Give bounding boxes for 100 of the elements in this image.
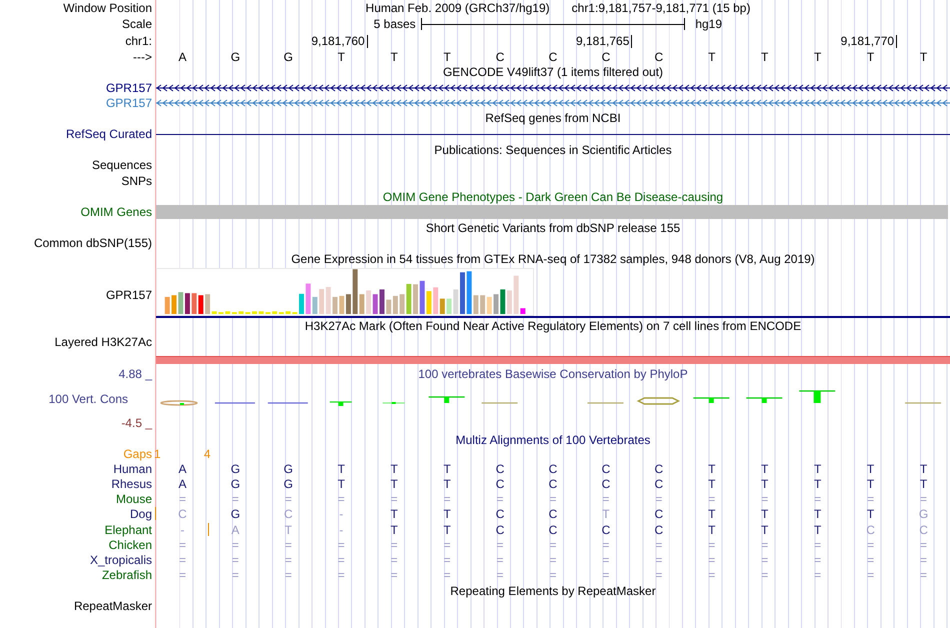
aligned-base: =	[814, 553, 822, 568]
base-letter: C	[496, 50, 504, 64]
base-letter: C	[654, 50, 664, 64]
base-letter: T	[866, 50, 874, 64]
aligned-base: T	[920, 462, 928, 476]
track-label[interactable]: Sequences	[92, 158, 152, 172]
aligned-base: T	[761, 462, 768, 476]
base-letter: T	[708, 50, 716, 64]
aligned-base: =	[655, 538, 662, 552]
track-label[interactable]: RefSeq Curated	[66, 127, 152, 141]
base-letter: G	[284, 50, 293, 64]
aligned-base: =	[232, 492, 239, 506]
base-letter: T	[390, 50, 398, 64]
aligned-base: C	[602, 476, 610, 491]
aligned-base: =	[390, 538, 398, 552]
aligned-base: A	[231, 522, 240, 537]
aligned-base: =	[708, 538, 716, 552]
aligned-base: =	[708, 568, 716, 582]
aligned-base: =	[814, 492, 822, 506]
aligned-base: =	[920, 568, 928, 582]
aligned-base: =	[178, 538, 186, 552]
track-title: Short Genetic Variants from dbSNP release 155	[426, 220, 680, 234]
aligned-base: =	[496, 553, 504, 568]
aligned-base: =	[549, 492, 556, 506]
assembly-name: hg19	[695, 17, 724, 31]
aligned-base: T	[708, 507, 716, 522]
track-label[interactable]: GPR157	[106, 288, 152, 302]
aligned-base: C	[654, 476, 664, 491]
base-letter: T	[920, 50, 928, 64]
species-label[interactable]: Chicken	[108, 538, 152, 552]
species-label[interactable]: Human	[113, 462, 152, 476]
track-label[interactable]: SNPs	[121, 174, 152, 188]
aligned-base: G	[284, 462, 293, 476]
tick-mark	[631, 34, 632, 48]
aligned-base: =	[920, 538, 928, 552]
aligned-base: -	[339, 507, 344, 522]
species-label[interactable]: Dog	[130, 507, 152, 522]
coordinate-label: 9,181,760	[311, 34, 365, 48]
tick-mark	[366, 34, 368, 48]
track-title: Multiz Alignments of 100 Vertebrates	[456, 433, 650, 447]
gene-label[interactable]: GPR157	[106, 80, 152, 94]
axis-min-label: -4.5 _	[121, 416, 152, 430]
aligned-base: =	[920, 553, 928, 568]
species-label[interactable]: X_tropicalis	[90, 553, 152, 568]
aligned-base: T	[866, 462, 874, 476]
species-label[interactable]: Rhesus	[111, 476, 152, 491]
aligned-base: C	[496, 476, 504, 491]
aligned-base: =	[761, 538, 768, 552]
gene-label[interactable]: GPR157	[106, 96, 152, 110]
aligned-base: A	[178, 462, 186, 476]
track-title: RefSeq genes from NCBI	[485, 111, 621, 125]
aligned-base: C	[496, 507, 504, 522]
aligned-base: T	[761, 507, 768, 522]
track-title: OMIM Gene Phenotypes - Dark Green Can Be Disease-causing	[382, 190, 724, 204]
aligned-base: =	[761, 492, 768, 506]
aligned-base: T	[866, 507, 874, 522]
aligned-base: =	[284, 568, 292, 582]
aligned-base: T	[602, 507, 610, 522]
aligned-base: =	[655, 553, 662, 568]
aligned-base: =	[867, 568, 874, 582]
coordinate-label: 9,181,765	[576, 34, 630, 48]
aligned-base: =	[761, 553, 768, 568]
aligned-base: C	[178, 507, 187, 522]
track-label[interactable]: RepeatMasker	[74, 599, 152, 613]
aligned-base: =	[867, 492, 874, 506]
aligned-base: C	[548, 476, 558, 491]
aligned-base: G	[284, 476, 293, 491]
track-label[interactable]: Layered H3K27Ac	[54, 335, 152, 349]
gaps-label: Gaps	[123, 447, 152, 461]
species-label[interactable]: Zebrafish	[102, 568, 152, 582]
aligned-base: T	[814, 462, 822, 476]
aligned-base: =	[444, 568, 451, 582]
aligned-base: C	[284, 507, 293, 522]
aligned-base: G	[230, 462, 240, 476]
aligned-base: =	[761, 568, 768, 582]
aligned-base: G	[918, 507, 928, 522]
track-label[interactable]: Common dbSNP(155)	[34, 236, 152, 250]
aligned-base: T	[866, 476, 874, 491]
aligned-base: =	[708, 492, 716, 506]
aligned-base: C	[548, 522, 558, 537]
track-title: Repeating Elements by RepeatMasker	[450, 584, 656, 598]
track-label[interactable]: 100 Vert. Cons	[48, 392, 152, 406]
position-text: chr1:9,181,757-9,181,771 (15 bp)	[572, 1, 750, 15]
aligned-base: C	[602, 522, 610, 537]
track-title: Gene Expression in 54 tissues from GTEx RNA-seq of 17382 samples, 948 donors (V8, Aug 2019)	[291, 252, 815, 266]
aligned-base: T	[814, 522, 822, 537]
aligned-base: =	[496, 538, 504, 552]
aligned-base: =	[708, 553, 716, 568]
aligned-base: =	[655, 492, 662, 506]
species-label[interactable]: Mouse	[116, 492, 152, 506]
aligned-base: =	[232, 553, 239, 568]
aligned-base: =	[496, 568, 504, 582]
track-title: Publications: Sequences in Scientific Articles	[434, 142, 672, 156]
aligned-base: T	[761, 522, 768, 537]
species-label[interactable]: Elephant	[104, 522, 152, 537]
track-title: 100 vertebrates Basewise Conservation by PhyloP	[418, 367, 688, 381]
track-label[interactable]: OMIM Genes	[80, 205, 152, 219]
aligned-base: C	[496, 462, 504, 476]
aligned-base: T	[390, 507, 398, 522]
base-letter: C	[602, 50, 610, 64]
